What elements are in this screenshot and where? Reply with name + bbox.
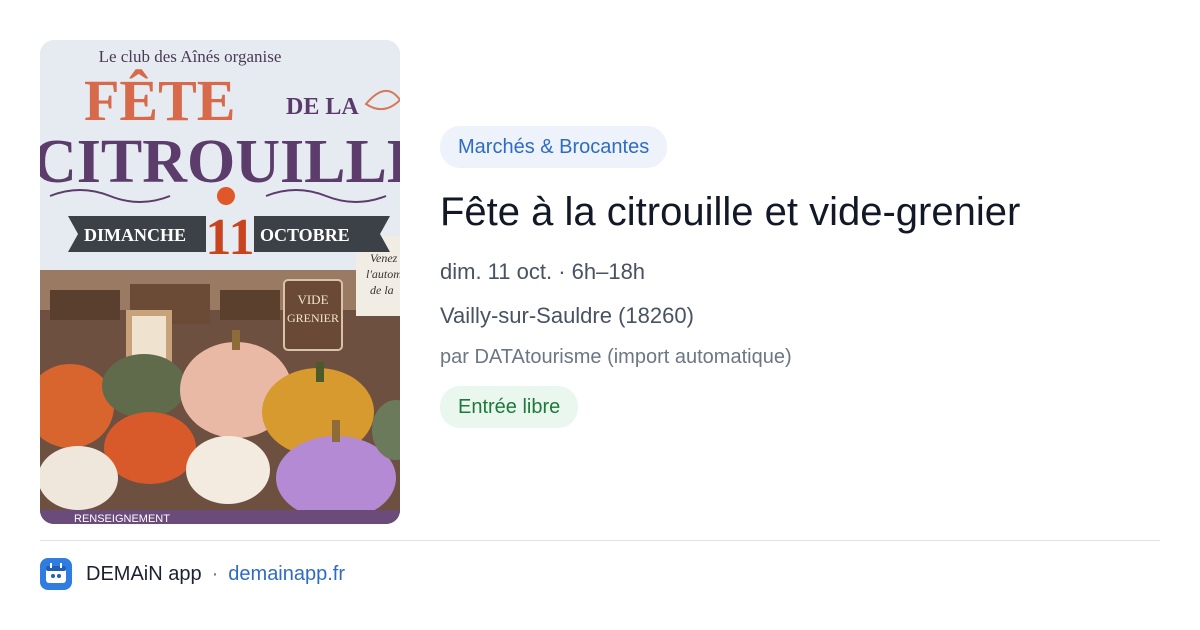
event-organizer: par DATAtourisme (import automatique) [440, 346, 792, 368]
poster-day-right: OCTOBRE [260, 225, 350, 245]
event-title[interactable]: Fête à la citrouille et vide-grenier [440, 188, 1160, 236]
poster-title-fete: FÊTE [84, 68, 236, 133]
poster-title-citrouille: CITROUILLE [40, 128, 400, 196]
poster-day-left: DIMANCHE [84, 225, 186, 245]
poster-top-text: Le club des Aînés organise [99, 47, 282, 66]
event-datetime: dim. 11 oct. · 6h–18h [440, 259, 646, 284]
poster-side-note-2: l'autom [366, 267, 400, 281]
poster-side-note-3: de la [370, 283, 394, 297]
category-badge[interactable]: Marchés & Brocantes [440, 126, 668, 168]
site-link[interactable]: demainapp.fr [228, 563, 345, 586]
event-info: Marchés & Brocantes Fête à la citrouille… [440, 126, 1160, 428]
footer: DEMAiN app · demainapp.fr [40, 558, 345, 590]
poster-title-dela: DE LA [286, 94, 359, 120]
event-location: Vailly-sur-Sauldre (18260) [440, 303, 694, 328]
event-card[interactable]: VIDE GRENIER Venez l'autom de la RENSEIG… [40, 40, 1160, 524]
poster-day-number: 11 [205, 209, 254, 266]
poster-sign-line-2: GRENIER [287, 311, 339, 325]
event-poster-image[interactable]: VIDE GRENIER Venez l'autom de la RENSEIG… [40, 40, 400, 524]
footer-divider [40, 540, 1160, 541]
poster-sign-line-1: VIDE [297, 292, 328, 307]
price-badge: Entrée libre [440, 386, 579, 428]
poster-side-note-1: Venez [370, 251, 398, 265]
app-name: DEMAiN app [86, 562, 202, 585]
small-pumpkin-icon [217, 187, 235, 205]
poster-bottom-text: RENSEIGNEMENT [74, 513, 170, 524]
app-logo-icon[interactable] [40, 558, 72, 590]
footer-separator: · [211, 562, 219, 585]
